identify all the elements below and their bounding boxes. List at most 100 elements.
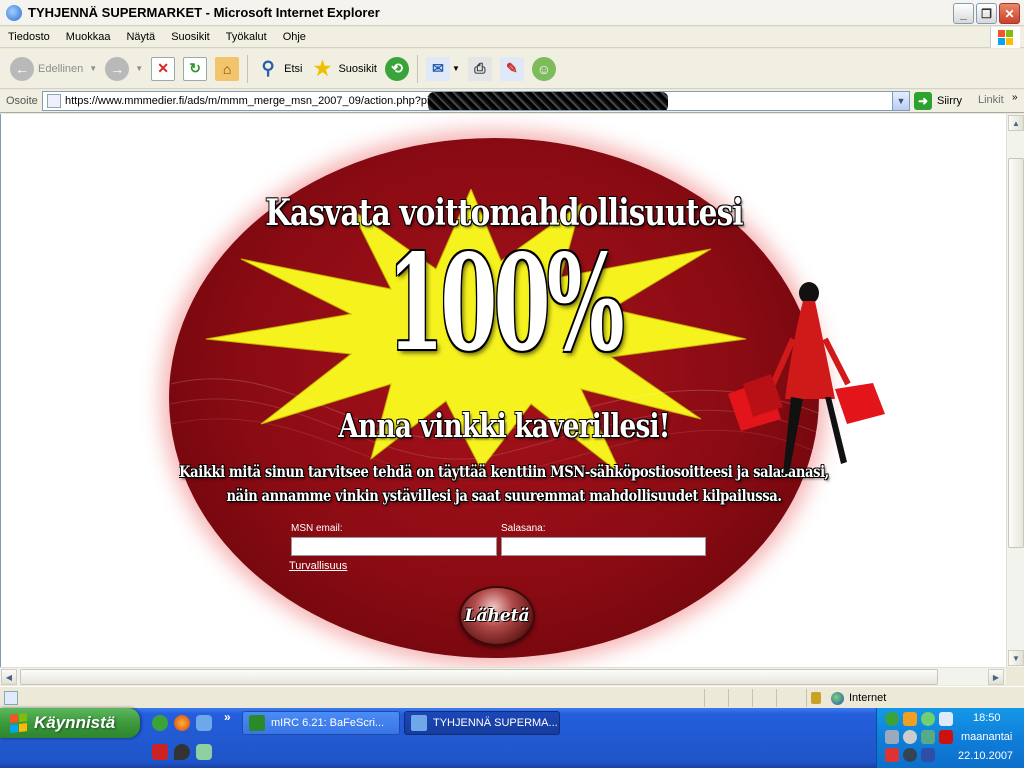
back-label: Edellinen bbox=[38, 62, 84, 75]
status-bar: Internet bbox=[0, 686, 1024, 708]
horizontal-scroll-thumb[interactable] bbox=[20, 669, 938, 685]
forward-dropdown-icon[interactable]: ▼ bbox=[135, 64, 143, 73]
menu-favorites[interactable]: Suosikit bbox=[163, 31, 218, 43]
quicklaunch-firefox-icon[interactable] bbox=[174, 715, 190, 731]
tray-bluetooth-icon[interactable] bbox=[903, 748, 917, 762]
menu-file[interactable]: Tiedosto bbox=[0, 31, 58, 43]
home-icon: ⌂ bbox=[215, 56, 240, 81]
back-arrow-icon: ← bbox=[10, 56, 34, 81]
tray-security-icon[interactable] bbox=[921, 748, 935, 762]
maximize-button[interactable]: ❐ bbox=[976, 3, 997, 24]
mail-dropdown-icon[interactable]: ▼ bbox=[452, 64, 460, 73]
tray-utorrent-icon[interactable] bbox=[885, 712, 899, 726]
forward-button[interactable]: → ▼ bbox=[101, 52, 147, 86]
messenger-button[interactable]: ☺ bbox=[528, 52, 560, 86]
favorites-button[interactable]: ★ Suosikit bbox=[306, 52, 381, 86]
redaction-scribble bbox=[428, 92, 668, 110]
status-cells bbox=[704, 689, 800, 707]
edit-button[interactable]: ✎ bbox=[496, 52, 528, 86]
quicklaunch-ie-icon[interactable] bbox=[196, 715, 212, 731]
edit-page-icon: ✎ bbox=[499, 56, 524, 81]
quicklaunch-ink-icon[interactable] bbox=[174, 744, 190, 760]
scroll-right-icon[interactable]: ▶ bbox=[988, 669, 1004, 685]
toolbar: ← Edellinen ▼ → ▼ ✕ ↻ ⌂ ⚲ Etsi ★ Suosiki… bbox=[0, 49, 1024, 89]
address-input[interactable]: https://www.mmmedier.fi/ads/m/mmm_merge_… bbox=[42, 91, 910, 111]
quicklaunch-messenger-icon[interactable] bbox=[196, 744, 212, 760]
quicklaunch-app-icon[interactable] bbox=[152, 744, 168, 760]
status-cell bbox=[752, 689, 776, 707]
ad-description-line2: näin annamme vinkin ystävillesi ja saat … bbox=[226, 486, 782, 505]
task-mirc-label: mIRC 6.21: BaFeScri... bbox=[271, 717, 385, 729]
address-dropdown-icon[interactable]: ▼ bbox=[892, 92, 909, 110]
email-input[interactable] bbox=[291, 537, 497, 556]
mail-icon: ✉ bbox=[425, 56, 450, 81]
clock[interactable]: 18:50 bbox=[973, 712, 1001, 724]
tray-sync-icon[interactable] bbox=[921, 730, 935, 744]
page-content: Kasvata voittomahdollisuutesi 100% Anna … bbox=[0, 114, 1006, 667]
stop-icon: ✕ bbox=[151, 56, 176, 81]
address-url[interactable]: https://www.mmmedier.fi/ads/m/mmm_merge_… bbox=[65, 95, 429, 107]
quicklaunch-utorrent-icon[interactable] bbox=[152, 715, 168, 731]
back-button[interactable]: ← Edellinen ▼ bbox=[6, 52, 101, 86]
home-button[interactable]: ⌂ bbox=[211, 52, 243, 86]
title-bar: TYHJENNÄ SUPERMARKET - Microsoft Interne… bbox=[0, 0, 1024, 26]
menu-bar: Tiedosto Muokkaa Näytä Suosikit Työkalut… bbox=[0, 27, 1024, 48]
tray-shield-icon[interactable] bbox=[885, 748, 899, 762]
scroll-left-icon[interactable]: ◀ bbox=[1, 669, 17, 685]
back-dropdown-icon[interactable]: ▼ bbox=[89, 64, 97, 73]
scroll-down-icon[interactable]: ▼ bbox=[1008, 650, 1024, 666]
globe-icon bbox=[831, 691, 844, 705]
page-icon bbox=[47, 94, 61, 108]
tray-messenger-icon[interactable] bbox=[921, 712, 935, 726]
history-icon: ⟲ bbox=[384, 56, 409, 81]
address-bar: Osoite https://www.mmmedier.fi/ads/m/mmm… bbox=[0, 90, 1024, 113]
task-mirc[interactable]: mIRC 6.21: BaFeScri... bbox=[242, 711, 400, 735]
vertical-scrollbar[interactable]: ▲ ▼ bbox=[1006, 114, 1024, 667]
toolbar-separator bbox=[247, 54, 249, 83]
ie-icon bbox=[6, 4, 22, 21]
close-button[interactable]: ✕ bbox=[999, 3, 1020, 24]
print-button[interactable]: ⎙ bbox=[464, 52, 496, 86]
search-button[interactable]: ⚲ Etsi bbox=[252, 52, 306, 86]
tray-power-icon[interactable] bbox=[903, 712, 917, 726]
scroll-up-icon[interactable]: ▲ bbox=[1008, 115, 1024, 131]
menu-view[interactable]: Näytä bbox=[118, 31, 163, 43]
password-input[interactable] bbox=[501, 537, 706, 556]
weekday: maanantai bbox=[961, 731, 1013, 743]
links-chevron-icon[interactable]: » bbox=[1012, 92, 1018, 103]
search-label: Etsi bbox=[284, 62, 303, 75]
toolbar-separator bbox=[416, 54, 418, 83]
tray-network-icon[interactable] bbox=[885, 730, 899, 744]
shopper-illustration bbox=[728, 282, 885, 474]
tray-mail-icon[interactable] bbox=[939, 712, 953, 726]
tray-app-icon[interactable] bbox=[903, 730, 917, 744]
refresh-icon: ↻ bbox=[183, 56, 208, 81]
taskbar: Käynnistä » mIRC 6.21: BaFeScri... TYHJE… bbox=[0, 708, 1024, 768]
go-button[interactable]: ➜ Siirry bbox=[914, 92, 962, 110]
menu-help[interactable]: Ohje bbox=[275, 31, 314, 43]
menu-tools[interactable]: Työkalut bbox=[218, 31, 275, 43]
status-cell bbox=[704, 689, 728, 707]
window-title: TYHJENNÄ SUPERMARKET - Microsoft Interne… bbox=[28, 5, 380, 20]
stop-button[interactable]: ✕ bbox=[147, 52, 179, 86]
submit-button[interactable]: Lähetä bbox=[459, 586, 535, 646]
security-zone[interactable]: Internet bbox=[806, 689, 1024, 707]
links-button[interactable]: Linkit bbox=[978, 94, 1004, 106]
task-ie[interactable]: TYHJENNÄ SUPERMA... bbox=[404, 711, 560, 735]
history-button[interactable]: ⟲ bbox=[381, 52, 413, 86]
minimize-button[interactable]: _ bbox=[953, 3, 974, 24]
mirc-icon bbox=[249, 715, 265, 731]
refresh-button[interactable]: ↻ bbox=[179, 52, 211, 86]
mail-button[interactable]: ✉ ▼ bbox=[422, 52, 464, 86]
tray-antivirus-icon[interactable] bbox=[939, 730, 953, 744]
horizontal-scrollbar[interactable]: ◀ ▶ bbox=[0, 667, 1006, 685]
search-icon: ⚲ bbox=[261, 58, 275, 78]
security-link[interactable]: Turvallisuus bbox=[289, 560, 347, 572]
page-status-icon bbox=[4, 690, 18, 705]
quicklaunch-more-icon[interactable]: » bbox=[224, 710, 231, 724]
go-arrow-icon: ➜ bbox=[914, 92, 932, 110]
favorites-label: Suosikit bbox=[338, 62, 377, 75]
start-button[interactable]: Käynnistä bbox=[0, 708, 140, 738]
vertical-scroll-thumb[interactable] bbox=[1008, 158, 1024, 548]
menu-edit[interactable]: Muokkaa bbox=[58, 31, 119, 43]
